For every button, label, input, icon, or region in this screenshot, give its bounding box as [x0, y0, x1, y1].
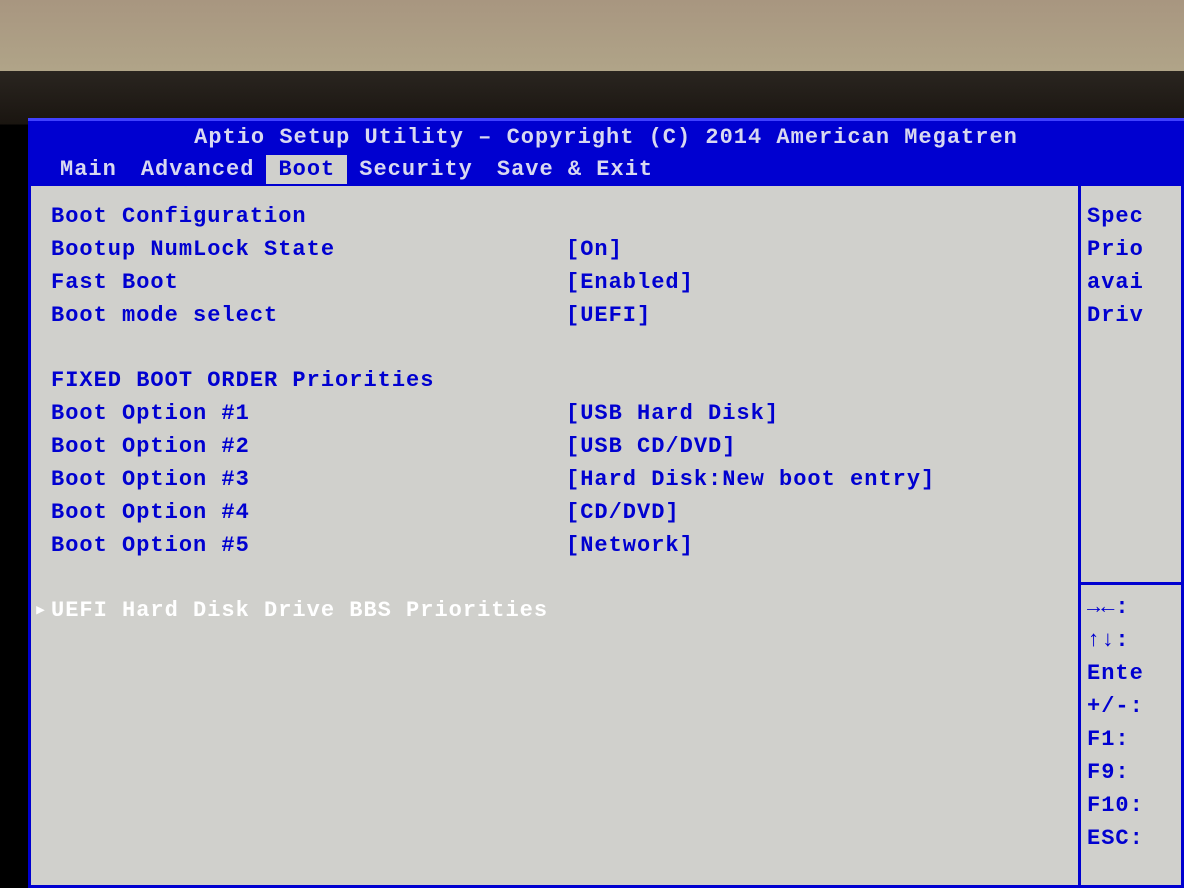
setting-boot-option-1[interactable]: Boot Option #1 [USB Hard Disk] — [51, 397, 1078, 430]
setting-label: Boot Option #2 — [51, 430, 566, 463]
setting-value: [UEFI] — [566, 299, 651, 332]
tab-advanced[interactable]: Advanced — [129, 155, 267, 185]
setting-label: Bootup NumLock State — [51, 233, 566, 266]
submenu-label: UEFI Hard Disk Drive BBS Priorities — [51, 594, 548, 627]
key-hint: F9: — [1087, 756, 1175, 789]
setting-value: [On] — [566, 233, 623, 266]
help-text: Spec — [1087, 200, 1175, 233]
header-bar: Aptio Setup Utility – Copyright (C) 2014… — [28, 118, 1184, 186]
setting-label: Boot Option #4 — [51, 496, 566, 529]
bios-screen: Aptio Setup Utility – Copyright (C) 2014… — [28, 118, 1184, 888]
setting-value: [USB Hard Disk] — [566, 397, 779, 430]
key-hint: →←: — [1087, 591, 1175, 624]
key-hint: ↑↓: — [1087, 624, 1175, 657]
key-hint: Ente — [1087, 657, 1175, 690]
setting-boot-option-4[interactable]: Boot Option #4 [CD/DVD] — [51, 496, 1078, 529]
tab-main[interactable]: Main — [48, 155, 129, 185]
setting-value: [Enabled] — [566, 266, 694, 299]
setting-fast-boot[interactable]: Fast Boot [Enabled] — [51, 266, 1078, 299]
setting-label: Boot mode select — [51, 299, 566, 332]
setting-value: [Network] — [566, 529, 694, 562]
main-panel: Boot Configuration Bootup NumLock State … — [31, 186, 1081, 885]
tab-save-exit[interactable]: Save & Exit — [485, 155, 665, 185]
help-text: avai — [1087, 266, 1175, 299]
bios-title: Aptio Setup Utility – Copyright (C) 2014… — [28, 121, 1184, 155]
setting-label: Fast Boot — [51, 266, 566, 299]
key-hint: +/-: — [1087, 690, 1175, 723]
help-panel: Spec Prio avai Driv →←: ↑↓: Ente +/-: F1… — [1081, 186, 1181, 885]
section-boot-config: Boot Configuration — [51, 200, 1078, 233]
setting-boot-option-3[interactable]: Boot Option #3 [Hard Disk:New boot entry… — [51, 463, 1078, 496]
setting-label: Boot Option #5 — [51, 529, 566, 562]
section-boot-order: FIXED BOOT ORDER Priorities — [51, 364, 1078, 397]
setting-boot-mode[interactable]: Boot mode select [UEFI] — [51, 299, 1078, 332]
help-text: Driv — [1087, 299, 1175, 332]
setting-label: Boot Option #1 — [51, 397, 566, 430]
key-hint: F10: — [1087, 789, 1175, 822]
key-hint: F1: — [1087, 723, 1175, 756]
setting-value: [CD/DVD] — [566, 496, 680, 529]
setting-numlock[interactable]: Bootup NumLock State [On] — [51, 233, 1078, 266]
setting-boot-option-2[interactable]: Boot Option #2 [USB CD/DVD] — [51, 430, 1078, 463]
tab-boot[interactable]: Boot — [266, 155, 347, 185]
submenu-uefi-hdd-bbs[interactable]: ▸ UEFI Hard Disk Drive BBS Priorities — [31, 594, 1078, 627]
setting-label: Boot Option #3 — [51, 463, 566, 496]
selection-arrow-icon: ▸ — [31, 594, 51, 627]
tab-security[interactable]: Security — [347, 155, 485, 185]
help-text: Prio — [1087, 233, 1175, 266]
setting-boot-option-5[interactable]: Boot Option #5 [Network] — [51, 529, 1078, 562]
setting-value: [USB CD/DVD] — [566, 430, 736, 463]
tab-bar: Main Advanced Boot Security Save & Exit — [28, 155, 1184, 187]
key-hint: ESC: — [1087, 822, 1175, 855]
setting-value: [Hard Disk:New boot entry] — [566, 463, 935, 496]
